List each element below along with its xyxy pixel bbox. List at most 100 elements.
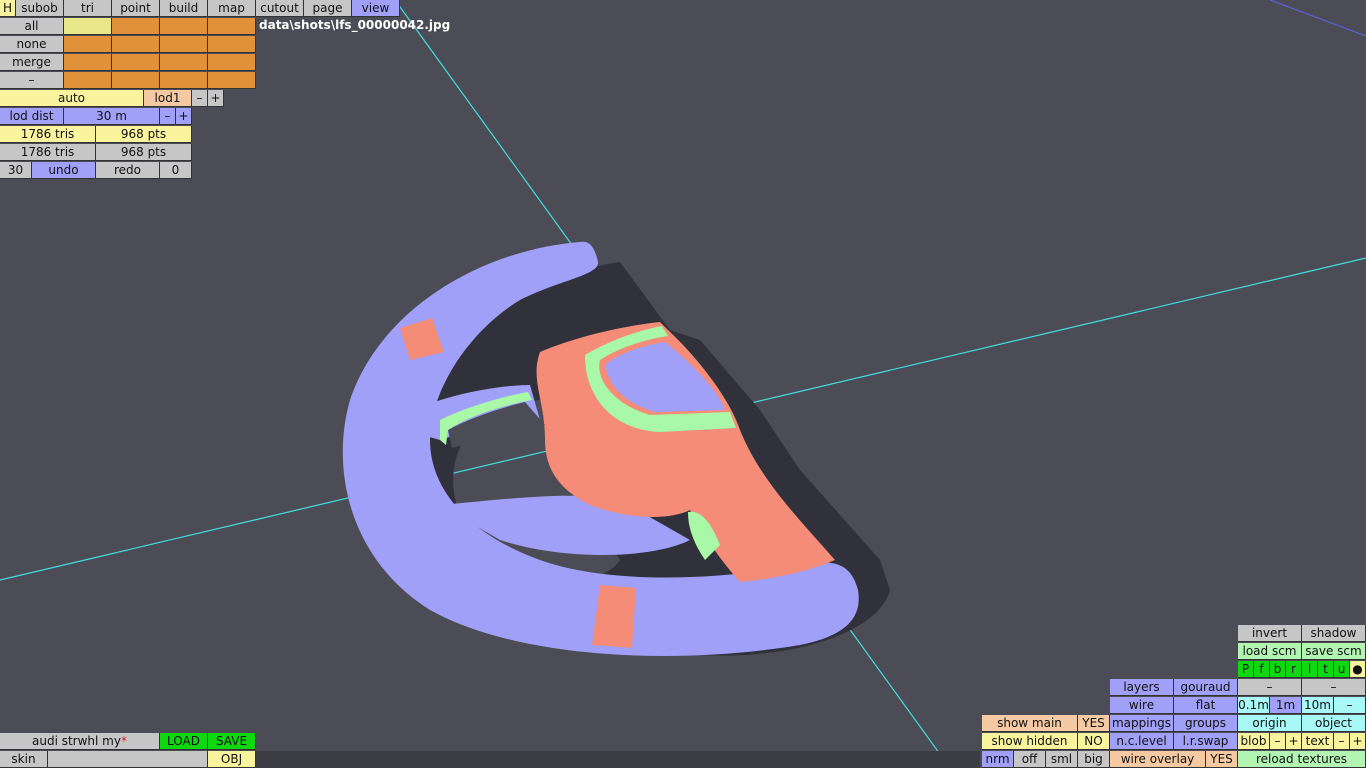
text-minus-button[interactable]: –	[1334, 733, 1350, 750]
tris-count-selected: 1786 tris	[0, 126, 96, 143]
flat-button[interactable]: flat	[1174, 697, 1238, 714]
show-main-value[interactable]: YES	[1078, 715, 1110, 732]
show-hidden-button[interactable]: show hidden	[982, 733, 1078, 750]
show-hidden-value[interactable]: NO	[1078, 733, 1110, 750]
file-name-text: audi strwhl my	[32, 734, 121, 748]
redo-button[interactable]: redo	[96, 162, 160, 179]
lod-dist-minus-button[interactable]: –	[160, 108, 176, 125]
object-button[interactable]: object	[1302, 715, 1366, 732]
groups-button[interactable]: groups	[1174, 715, 1238, 732]
sub-object-slot-11[interactable]	[160, 54, 208, 71]
blob-button[interactable]: blob	[1238, 733, 1270, 750]
tab-point[interactable]: point	[112, 0, 160, 17]
pts-count-total: 968 pts	[96, 144, 192, 161]
sub-object-slot-12[interactable]	[208, 54, 256, 71]
view-key-front[interactable]: f	[1254, 661, 1270, 678]
grid-minus-button[interactable]: –	[1334, 697, 1366, 714]
load-scm-button[interactable]: load scm	[1238, 643, 1302, 660]
tab-subob[interactable]: subob	[16, 0, 64, 17]
tab-map[interactable]: map	[208, 0, 256, 17]
lod-auto-button[interactable]: auto	[0, 90, 144, 107]
undo-button[interactable]: undo	[32, 162, 96, 179]
skin-name-field[interactable]	[48, 751, 208, 768]
view-key-p[interactable]: P	[1238, 661, 1254, 678]
text-button[interactable]: text	[1302, 733, 1334, 750]
sub-object-slot-16[interactable]	[208, 72, 256, 89]
tab-page[interactable]: page	[304, 0, 352, 17]
screenshot-filename: data\shots\lfs_00000042.jpg	[259, 18, 451, 32]
tris-count-total: 1786 tris	[0, 144, 96, 161]
sub-object-slot-14[interactable]	[112, 72, 160, 89]
reload-textures-button[interactable]: reload textures	[1238, 751, 1366, 768]
modified-marker: *	[120, 734, 127, 748]
skin-button[interactable]: skin	[0, 751, 48, 768]
undo-count: 30	[0, 162, 32, 179]
3d-viewport[interactable]	[0, 0, 1366, 768]
view-key-back[interactable]: b	[1270, 661, 1286, 678]
sub-object-slot-5[interactable]	[64, 36, 112, 53]
grid-0-1m-button[interactable]: 0.1m	[1238, 697, 1270, 714]
lod-minus-button[interactable]: –	[192, 90, 208, 107]
sub-object-slot-2[interactable]	[112, 18, 160, 35]
help-button[interactable]: H	[0, 0, 16, 17]
sub-object-slot-8[interactable]	[208, 36, 256, 53]
lod-plus-button[interactable]: +	[208, 90, 224, 107]
lod1-button[interactable]: lod1	[144, 90, 192, 107]
wire-overlay-button[interactable]: wire overlay	[1110, 751, 1206, 768]
dash-button-right[interactable]: –	[1302, 679, 1366, 696]
sub-object-slot-7[interactable]	[160, 36, 208, 53]
grid-1m-button[interactable]: 1m	[1270, 697, 1302, 714]
invert-button[interactable]: invert	[1238, 625, 1302, 642]
pts-count-selected: 968 pts	[96, 126, 192, 143]
big-size-button[interactable]: big	[1078, 751, 1110, 768]
dash-button[interactable]: –	[0, 72, 64, 89]
obj-export-button[interactable]: OBJ	[208, 751, 256, 768]
blob-plus-button[interactable]: +	[1286, 733, 1302, 750]
tab-cutout[interactable]: cutout	[256, 0, 304, 17]
lod-dist-value[interactable]: 30 m	[64, 108, 160, 125]
shadow-button[interactable]: shadow	[1302, 625, 1366, 642]
gouraud-button[interactable]: gouraud	[1174, 679, 1238, 696]
select-all-button[interactable]: all	[0, 18, 64, 35]
sub-object-slot-15[interactable]	[160, 72, 208, 89]
view-key-top[interactable]: t	[1318, 661, 1334, 678]
grid-10m-button[interactable]: 10m	[1302, 697, 1334, 714]
save-button[interactable]: SAVE	[208, 733, 256, 750]
merge-button[interactable]: merge	[0, 54, 64, 71]
load-button[interactable]: LOAD	[160, 733, 208, 750]
tab-build[interactable]: build	[160, 0, 208, 17]
layers-button[interactable]: layers	[1110, 679, 1174, 696]
nc-level-button[interactable]: n.c.level	[1110, 733, 1174, 750]
redo-count: 0	[160, 162, 192, 179]
sub-object-slot-1[interactable]	[64, 18, 112, 35]
tab-tri[interactable]: tri	[64, 0, 112, 17]
show-main-button[interactable]: show main	[982, 715, 1078, 732]
view-key-under[interactable]: u	[1334, 661, 1350, 678]
lr-swap-button[interactable]: l.r.swap	[1174, 733, 1238, 750]
view-key-left[interactable]: l	[1302, 661, 1318, 678]
wire-overlay-value[interactable]: YES	[1206, 751, 1238, 768]
origin-button[interactable]: origin	[1238, 715, 1302, 732]
normal-size-button[interactable]: nrm	[982, 751, 1014, 768]
file-name-field[interactable]: audi strwhl my*	[0, 733, 160, 750]
save-scm-button[interactable]: save scm	[1302, 643, 1366, 660]
mappings-button[interactable]: mappings	[1110, 715, 1174, 732]
sub-object-slot-3[interactable]	[160, 18, 208, 35]
tab-view[interactable]: view	[352, 0, 400, 17]
size-off-button[interactable]: off	[1014, 751, 1046, 768]
sub-object-slot-6[interactable]	[112, 36, 160, 53]
lod-dist-plus-button[interactable]: +	[176, 108, 192, 125]
blob-minus-button[interactable]: –	[1270, 733, 1286, 750]
text-plus-button[interactable]: +	[1350, 733, 1366, 750]
dash-button-left[interactable]: –	[1238, 679, 1302, 696]
sub-object-slot-4[interactable]	[208, 18, 256, 35]
select-none-button[interactable]: none	[0, 36, 64, 53]
sub-object-slot-10[interactable]	[112, 54, 160, 71]
sub-object-slot-9[interactable]	[64, 54, 112, 71]
view-key-dot-icon[interactable]: ●	[1350, 661, 1366, 678]
wire-button[interactable]: wire	[1110, 697, 1174, 714]
sub-object-slot-13[interactable]	[64, 72, 112, 89]
lod-dist-label: lod dist	[0, 108, 64, 125]
view-key-right[interactable]: r	[1286, 661, 1302, 678]
small-size-button[interactable]: sml	[1046, 751, 1078, 768]
